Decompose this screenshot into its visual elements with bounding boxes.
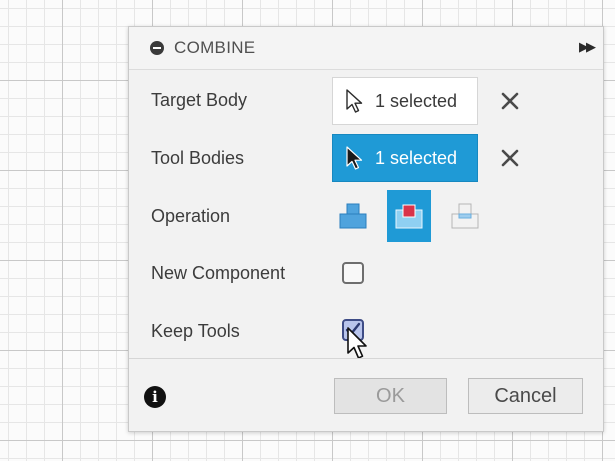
- tool-bodies-label: Tool Bodies: [151, 148, 245, 168]
- close-icon[interactable]: [497, 88, 523, 114]
- info-icon[interactable]: i: [144, 386, 166, 408]
- tool-bodies-value: 1 selected: [375, 147, 458, 168]
- double-chevron-right-icon[interactable]: ▶▶: [579, 39, 596, 55]
- new-component-checkbox[interactable]: [342, 262, 364, 284]
- tool-bodies-selector[interactable]: 1 selected: [332, 134, 478, 182]
- new-component-label: New Component: [151, 263, 286, 283]
- cancel-button[interactable]: Cancel: [468, 378, 583, 414]
- dialog-footer: i OK Cancel: [129, 358, 603, 431]
- operation-label: Operation: [151, 206, 231, 226]
- operation-join-button[interactable]: [331, 190, 375, 242]
- intersect-icon: [451, 203, 479, 229]
- keep-tools-label: Keep Tools: [151, 321, 240, 341]
- arrow-cursor-icon: [346, 89, 363, 113]
- arrow-cursor-icon: [346, 146, 363, 170]
- target-body-value: 1 selected: [375, 90, 458, 111]
- target-body-label: Target Body: [151, 90, 248, 110]
- ok-button[interactable]: OK: [334, 378, 447, 414]
- combine-dialog: COMBINE ▶▶ Target Body 1 selected Tool B…: [128, 26, 604, 432]
- cut-icon: [395, 204, 423, 229]
- operation-intersect-button[interactable]: [443, 190, 487, 242]
- close-icon[interactable]: [497, 145, 523, 171]
- operation-cut-button[interactable]: [387, 190, 431, 242]
- minus-circle-icon[interactable]: [150, 41, 164, 55]
- dialog-title: COMBINE: [174, 38, 256, 57]
- mouse-pointer-icon: [347, 327, 367, 359]
- dialog-header[interactable]: COMBINE ▶▶: [129, 27, 603, 70]
- target-body-selector[interactable]: 1 selected: [332, 77, 478, 125]
- join-icon: [339, 203, 367, 229]
